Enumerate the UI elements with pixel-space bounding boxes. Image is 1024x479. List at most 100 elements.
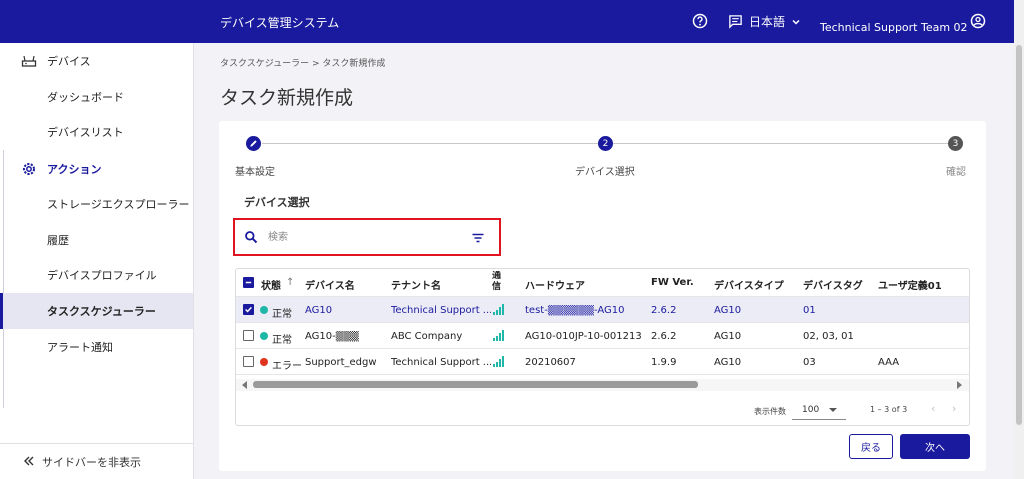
sidebar-item-dashboard[interactable]: ダッシュボード bbox=[0, 79, 193, 115]
step-1-circle bbox=[246, 136, 261, 151]
col-device-tag[interactable]: デバイスタグ bbox=[803, 277, 863, 292]
sidebar-item-task-scheduler[interactable]: タスクスケジューラー bbox=[0, 293, 193, 329]
caret-down-icon bbox=[829, 408, 837, 412]
app-title: デバイス管理システム bbox=[220, 16, 340, 30]
app-header: デバイス管理システム 日本語 Technical Support Team 02 bbox=[0, 0, 1014, 43]
tenant-name[interactable]: ABC Company bbox=[391, 331, 491, 342]
router-icon bbox=[21, 55, 37, 67]
sort-arrow-icon[interactable]: ↑ bbox=[286, 277, 294, 288]
search-icon bbox=[245, 231, 258, 244]
gear-icon bbox=[23, 163, 35, 175]
section-title: デバイス選択 bbox=[244, 196, 310, 209]
hide-sidebar-button[interactable]: サイドバーを非表示 bbox=[0, 443, 193, 479]
chat-icon bbox=[729, 15, 742, 29]
search-input[interactable] bbox=[268, 229, 458, 245]
fw-version: 2.6.2 bbox=[651, 305, 677, 316]
team-name: Technical Support Team 02 bbox=[820, 21, 968, 34]
device-name[interactable]: AG10-▒▒▒ bbox=[305, 331, 359, 342]
step-1-label: 基本設定 bbox=[235, 167, 275, 178]
hardware[interactable]: AG10-010JP-10-001213 bbox=[525, 331, 642, 342]
device-tag: 03 bbox=[803, 357, 816, 368]
check-icon bbox=[245, 306, 252, 313]
help-circle-icon[interactable] bbox=[692, 13, 708, 29]
status-text: 正常 bbox=[272, 309, 292, 320]
prev-page-button[interactable]: ‹ bbox=[931, 402, 935, 415]
status-dot bbox=[260, 358, 268, 366]
step-3-label: 確認 bbox=[946, 167, 966, 178]
col-status[interactable]: 状態 bbox=[261, 277, 281, 292]
scroll-left-arrow-icon[interactable] bbox=[242, 381, 247, 389]
col-fw-version[interactable]: FW Ver. bbox=[651, 277, 694, 288]
stepper-line-2 bbox=[612, 143, 948, 144]
col-device-type[interactable]: デバイスタイプ bbox=[714, 277, 784, 292]
double-chevron-left-icon bbox=[24, 456, 34, 466]
sidebar-item-device-list[interactable]: デバイスリスト bbox=[0, 114, 193, 150]
pagination-range: 1 – 3 of 3 bbox=[870, 405, 908, 414]
stepper-line-1 bbox=[262, 143, 598, 144]
row-checkbox[interactable] bbox=[243, 304, 254, 315]
device-name[interactable]: Support_edgw bbox=[305, 357, 377, 368]
table-row[interactable]: 正常 AG10-▒▒▒ ABC Company AG10-010JP-10-00… bbox=[236, 323, 969, 349]
col-user-defined-01[interactable]: ユーザ定義01 bbox=[878, 277, 942, 292]
fw-version: 1.9.9 bbox=[651, 357, 677, 368]
device-type: AG10 bbox=[714, 305, 742, 316]
device-type: AG10 bbox=[714, 331, 742, 342]
search-box bbox=[233, 218, 501, 256]
sidebar-item-history[interactable]: 履歴 bbox=[0, 222, 193, 258]
row-checkbox[interactable] bbox=[243, 356, 254, 367]
select-all-checkbox[interactable] bbox=[243, 277, 254, 288]
fw-version: 2.6.2 bbox=[651, 331, 677, 342]
status-text: 正常 bbox=[272, 335, 292, 346]
col-tenant-name[interactable]: テナント名 bbox=[391, 277, 441, 292]
tenant-name[interactable]: Technical Support ... bbox=[391, 305, 491, 316]
page-title: タスク新規作成 bbox=[220, 87, 354, 109]
tenant-name[interactable]: Technical Support ... bbox=[391, 357, 491, 368]
language-label: 日本語 bbox=[749, 15, 786, 29]
step-2-label: デバイス選択 bbox=[575, 167, 635, 178]
next-button[interactable]: 次へ bbox=[900, 434, 970, 459]
user-defined-01: AAA bbox=[878, 357, 900, 368]
col-communication[interactable]: 通信 bbox=[492, 271, 504, 293]
sidebar-item-actions[interactable]: アクション bbox=[0, 151, 193, 187]
back-button[interactable]: 戻る bbox=[849, 434, 893, 459]
minus-icon bbox=[245, 281, 252, 284]
col-hardware[interactable]: ハードウェア bbox=[525, 277, 585, 292]
status-text: エラー bbox=[272, 361, 302, 372]
device-tag: 02, 03, 01 bbox=[803, 331, 854, 342]
rows-per-page-select[interactable]: 100 bbox=[792, 400, 846, 420]
row-checkbox[interactable] bbox=[243, 330, 254, 341]
step-3-circle: 3 bbox=[948, 136, 963, 151]
next-page-button[interactable]: › bbox=[952, 402, 956, 415]
step-2-circle: 2 bbox=[598, 136, 613, 151]
sidebar-item-alert-notification[interactable]: アラート通知 bbox=[0, 329, 193, 365]
page-scrollbar-thumb[interactable] bbox=[1016, 45, 1022, 425]
signal-icon bbox=[493, 304, 504, 315]
sidebar-item-device-profile[interactable]: デバイスプロファイル bbox=[0, 257, 193, 293]
status-dot bbox=[260, 332, 268, 340]
signal-icon bbox=[493, 356, 504, 367]
status-dot bbox=[260, 306, 268, 314]
language-selector[interactable]: 日本語 bbox=[728, 13, 801, 30]
chevron-down-icon bbox=[792, 19, 800, 25]
rows-per-page-label: 表示件数 bbox=[754, 407, 786, 416]
table-row[interactable]: 正常 AG10 Technical Support ... test-▒▒▒▒▒… bbox=[236, 297, 969, 323]
hardware[interactable]: 20210607 bbox=[525, 357, 576, 368]
account-icon[interactable] bbox=[970, 13, 986, 29]
pencil-icon bbox=[250, 140, 257, 147]
device-table: 状態 ↑ デバイス名 テナント名 通信 ハードウェア FW Ver. デバイスタ… bbox=[235, 268, 970, 426]
table-horizontal-scrollbar[interactable] bbox=[236, 379, 969, 391]
table-scroll-thumb[interactable] bbox=[253, 381, 698, 388]
sidebar: デバイス ダッシュボード デバイスリスト アクション ストレージエクスプローラー… bbox=[0, 43, 194, 479]
sidebar-item-storage-explorer[interactable]: ストレージエクスプローラー bbox=[0, 186, 193, 222]
device-name[interactable]: AG10 bbox=[305, 305, 332, 316]
signal-icon bbox=[493, 330, 504, 341]
col-device-name[interactable]: デバイス名 bbox=[305, 277, 355, 292]
hardware[interactable]: test-▒▒▒▒▒▒-AG10 bbox=[525, 305, 624, 316]
device-type: AG10 bbox=[714, 357, 742, 368]
table-row[interactable]: エラー Support_edgw Technical Support ... 2… bbox=[236, 349, 969, 375]
sidebar-item-devices[interactable]: デバイス bbox=[0, 43, 193, 79]
breadcrumb: タスクスケジューラー > タスク新規作成 bbox=[220, 59, 386, 69]
filter-icon[interactable] bbox=[471, 231, 485, 245]
table-header-row: 状態 ↑ デバイス名 テナント名 通信 ハードウェア FW Ver. デバイスタ… bbox=[236, 269, 969, 297]
scroll-right-arrow-icon[interactable] bbox=[957, 381, 962, 389]
